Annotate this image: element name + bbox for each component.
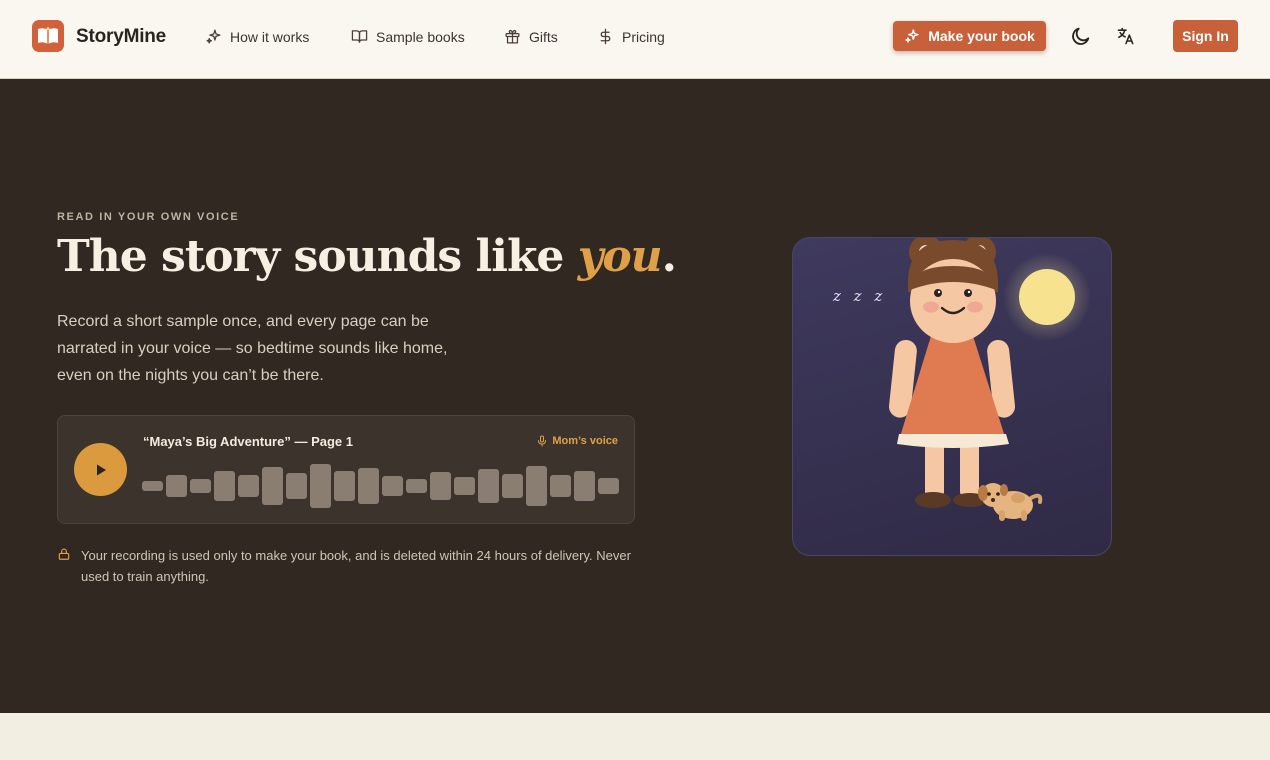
moon-icon: [1072, 27, 1090, 45]
nav-sample-books[interactable]: Sample books: [351, 28, 465, 45]
nav-label: Pricing: [622, 28, 665, 45]
microphone-icon: [538, 435, 547, 447]
nav-label: Sample books: [376, 28, 465, 45]
translate-icon: [1117, 27, 1134, 45]
book-open-icon: [351, 30, 368, 43]
waveform-bar: [286, 473, 307, 499]
headline-main: The story sounds like: [57, 231, 578, 282]
theme-toggle-button[interactable]: [1069, 24, 1093, 48]
top-navigation-bar: StoryMine How it works Sample books Gift…: [0, 0, 1270, 79]
hero-headline: The story sounds like you.: [57, 231, 677, 282]
hero-eyebrow: READ IN YOUR OWN VOICE: [57, 211, 240, 223]
brand-logo-icon[interactable]: [32, 20, 64, 52]
audio-waveform[interactable]: [142, 464, 620, 508]
headline-end: .: [661, 231, 677, 282]
waveform-bar: [598, 478, 619, 494]
cta-label: Make your book: [928, 28, 1035, 44]
waveform-bar: [574, 471, 595, 501]
waveform-bar: [526, 466, 547, 506]
waveform-bar: [478, 469, 499, 503]
hero-subcopy: Record a short sample once, and every pa…: [57, 313, 448, 384]
nav-how-it-works[interactable]: How it works: [205, 28, 309, 45]
nav-pricing[interactable]: Pricing: [597, 28, 665, 45]
waveform-bar: [310, 464, 331, 508]
nav-gifts[interactable]: Gifts: [504, 28, 558, 45]
hero-section: READ IN YOUR OWN VOICE The story sounds …: [0, 79, 1270, 713]
nav-label: How it works: [230, 28, 310, 45]
nav-label: Gifts: [529, 28, 558, 45]
waveform-bar: [166, 475, 187, 497]
waveform-bar: [262, 467, 283, 505]
waveform-bar: [334, 471, 355, 501]
waveform-bar: [406, 479, 427, 493]
voice-label: Mom’s voice: [552, 435, 618, 447]
waveform-bar: [142, 481, 163, 491]
lock-icon: [58, 548, 70, 560]
voice-sample-player: “Maya’s Big Adventure” — Page 1 Mom’s vo…: [57, 415, 635, 524]
waveform-bar: [238, 475, 259, 497]
make-your-book-button[interactable]: Make your book: [893, 21, 1046, 51]
waveform-bar: [190, 479, 211, 493]
waveform-bar: [382, 476, 403, 496]
moon: [1019, 269, 1075, 325]
sparkles-icon: [905, 29, 919, 43]
dollar-icon: [600, 28, 611, 45]
voice-label-badge: Mom’s voice: [536, 435, 618, 447]
puppy-tail: [1029, 493, 1043, 504]
brand-name[interactable]: StoryMine: [76, 26, 166, 48]
waveform-bar: [454, 477, 475, 495]
play-icon: [96, 464, 106, 475]
privacy-text: Your recording is used only to make your…: [81, 548, 631, 584]
headline-accent: you: [577, 231, 663, 282]
waveform-bar: [214, 471, 235, 501]
sleep-z-text: z z z: [832, 287, 886, 305]
language-button[interactable]: [1114, 24, 1138, 48]
sparkles-icon: [206, 29, 221, 44]
sleeping-child-illustration: z z z: [792, 237, 1112, 556]
track-title: “Maya’s Big Adventure” — Page 1: [143, 434, 353, 449]
play-button[interactable]: [74, 443, 127, 496]
gift-icon: [505, 29, 520, 44]
page-footer-strip: [0, 713, 1270, 760]
waveform-bar: [502, 474, 523, 498]
waveform-bar: [358, 468, 379, 504]
waveform-bar: [430, 472, 451, 500]
waveform-bar: [550, 475, 571, 497]
sign-in-button[interactable]: Sign In: [1173, 20, 1238, 52]
privacy-note: Your recording is used only to make your…: [57, 545, 641, 587]
